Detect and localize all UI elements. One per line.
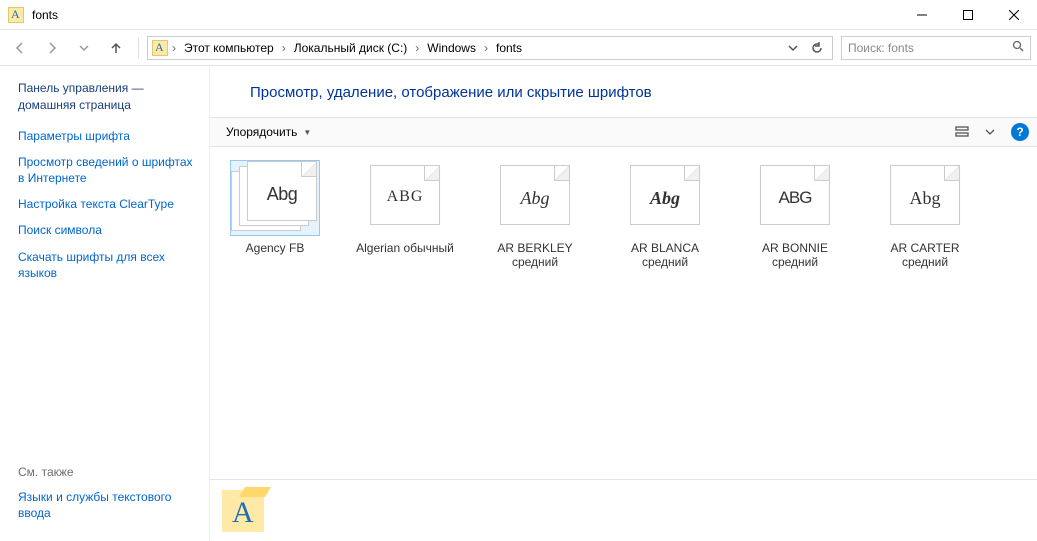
see-also-heading: См. также — [18, 465, 197, 479]
font-item[interactable]: Abg Agency FB — [220, 161, 330, 271]
font-sample-text: Abg — [248, 184, 316, 205]
font-sample-text: Abg — [891, 188, 959, 209]
address-bar[interactable]: › Этот компьютер › Локальный диск (C:) ›… — [147, 36, 833, 60]
maximize-button[interactable] — [945, 0, 991, 30]
recent-dropdown[interactable] — [70, 34, 98, 62]
organize-label: Упорядочить — [226, 125, 297, 139]
chevron-down-icon: ▼ — [303, 128, 311, 137]
breadcrumb[interactable]: Этот компьютер — [180, 37, 278, 59]
minimize-button[interactable] — [899, 0, 945, 30]
chevron-right-icon[interactable]: › — [280, 41, 288, 55]
font-sample-text: ABG — [761, 188, 829, 208]
breadcrumb[interactable]: fonts — [492, 37, 526, 59]
font-sample-text: Abg — [631, 188, 699, 209]
font-name-label: AR CARTER средний — [870, 241, 980, 271]
search-input[interactable] — [848, 41, 1012, 55]
font-name-label: Agency FB — [246, 241, 305, 271]
navigation-bar: › Этот компьютер › Локальный диск (C:) ›… — [0, 30, 1037, 66]
location-icon — [152, 40, 168, 56]
sidebar-link-character-map[interactable]: Поиск символа — [18, 222, 197, 238]
sidebar-link-cleartype[interactable]: Настройка текста ClearType — [18, 196, 197, 212]
font-name-label: AR BERKLEY средний — [480, 241, 590, 271]
status-bar — [210, 479, 1037, 541]
font-item[interactable]: ABG Algerian обычный — [350, 161, 460, 271]
view-dropdown-button[interactable] — [977, 121, 1003, 143]
chevron-right-icon[interactable]: › — [170, 41, 178, 55]
view-options-button[interactable] — [949, 121, 975, 143]
titlebar: fonts — [0, 0, 1037, 30]
forward-button[interactable] — [38, 34, 66, 62]
sidebar: Панель управления — домашняя страница Па… — [0, 66, 210, 541]
sidebar-link-font-info-online[interactable]: Просмотр сведений о шрифтах в Интернете — [18, 154, 197, 186]
font-preview-tile: Abg — [231, 161, 319, 235]
chevron-right-icon[interactable]: › — [482, 41, 490, 55]
sidebar-link-font-settings[interactable]: Параметры шрифта — [18, 128, 197, 144]
font-sample-text: Abg — [501, 188, 569, 209]
breadcrumb[interactable]: Windows — [423, 37, 480, 59]
font-name-label: AR BLANCA средний — [610, 241, 720, 271]
close-button[interactable] — [991, 0, 1037, 30]
sidebar-link-download-fonts[interactable]: Скачать шрифты для всех языков — [18, 249, 197, 281]
font-name-label: Algerian обычный — [356, 241, 454, 271]
chevron-right-icon[interactable]: › — [413, 41, 421, 55]
font-item[interactable]: Abg AR BERKLEY средний — [480, 161, 590, 271]
font-preview-tile: ABG — [751, 161, 839, 235]
page-heading: Просмотр, удаление, отображение или скры… — [210, 66, 1037, 117]
address-dropdown-button[interactable] — [782, 37, 804, 59]
font-preview-tile: Abg — [621, 161, 709, 235]
font-item[interactable]: Abg AR CARTER средний — [870, 161, 980, 271]
font-name-label: AR BONNIE средний — [740, 241, 850, 271]
font-item[interactable]: ABG AR BONNIE средний — [740, 161, 850, 271]
window-title: fonts — [32, 8, 58, 22]
main-content: Просмотр, удаление, отображение или скры… — [210, 66, 1037, 541]
font-preview-tile: Abg — [881, 161, 969, 235]
separator — [138, 38, 139, 58]
organize-button[interactable]: Упорядочить ▼ — [218, 123, 319, 141]
control-panel-home-link[interactable]: Панель управления — домашняя страница — [18, 80, 197, 114]
search-box[interactable] — [841, 36, 1031, 60]
font-preview-tile: ABG — [361, 161, 449, 235]
refresh-button[interactable] — [806, 37, 828, 59]
toolbar: Упорядочить ▼ ? — [210, 117, 1037, 147]
search-icon[interactable] — [1012, 40, 1024, 55]
font-preview-tile: Abg — [491, 161, 579, 235]
help-button[interactable]: ? — [1011, 123, 1029, 141]
breadcrumb[interactable]: Локальный диск (C:) — [290, 37, 412, 59]
back-button[interactable] — [6, 34, 34, 62]
sidebar-link-language-services[interactable]: Языки и службы текстового ввода — [18, 489, 197, 521]
fonts-folder-icon — [8, 7, 24, 23]
fonts-folder-large-icon — [222, 490, 264, 532]
font-sample-text: ABG — [371, 188, 439, 206]
up-button[interactable] — [102, 34, 130, 62]
font-item[interactable]: Abg AR BLANCA средний — [610, 161, 720, 271]
